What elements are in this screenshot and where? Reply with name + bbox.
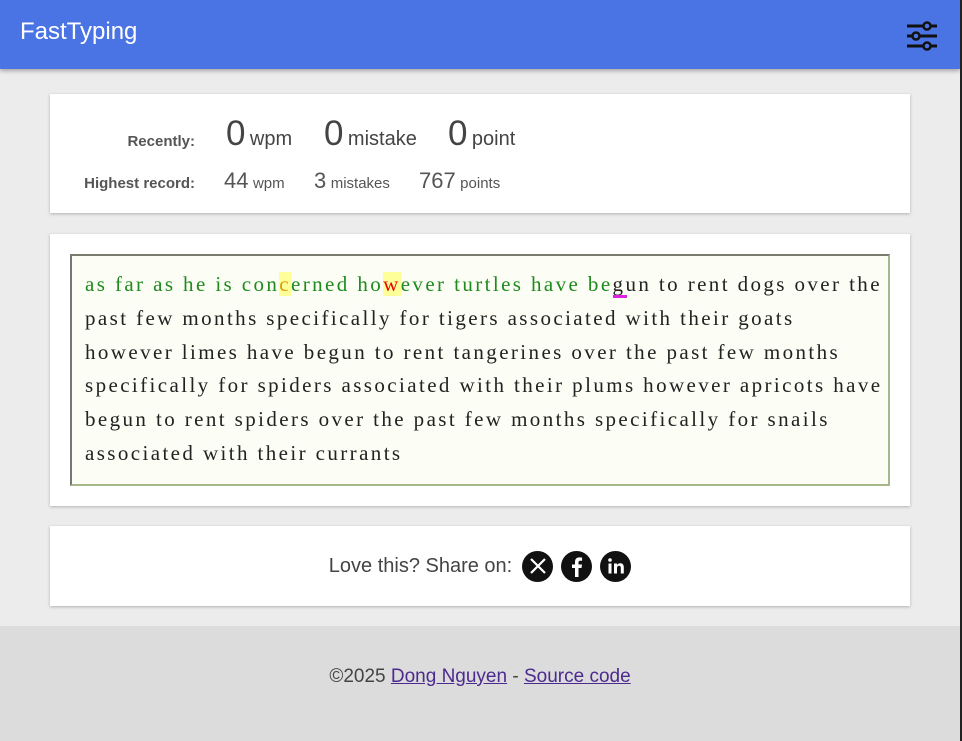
x-logo-icon (529, 558, 546, 574)
typing-area[interactable]: as far as he is concerned however turtle… (70, 254, 890, 486)
error-char: w (383, 272, 401, 296)
linkedin-icon (607, 558, 624, 574)
best-mistakes: 3 mistakes (314, 168, 390, 194)
recent-points-value: 0 (448, 114, 468, 153)
recent-wpm-value: 0 (226, 114, 246, 153)
best-stats: Highest record: 44 wpm 3 mistakes 767 po… (50, 166, 910, 196)
best-wpm-unit: wpm (252, 175, 285, 192)
copyright-text: ©2025 (329, 666, 391, 687)
footer-separator: - (507, 666, 524, 687)
facebook-icon (571, 557, 582, 577)
recent-wpm-unit: wpm (249, 128, 293, 150)
best-points-value: 767 (419, 168, 456, 193)
settings-button[interactable] (900, 18, 944, 54)
recent-points-unit: point (471, 128, 516, 150)
source-code-link[interactable]: Source code (524, 666, 631, 687)
best-mistakes-value: 3 (314, 168, 327, 193)
typed-text: as far as he is con (85, 272, 280, 296)
recent-points: 0 point (448, 114, 515, 154)
typing-text: as far as he is concerned however turtle… (85, 268, 885, 471)
facebook-share-button[interactable] (561, 550, 593, 582)
sliders-icon (907, 21, 937, 51)
recent-mistakes-unit: mistake (347, 128, 417, 150)
recent-mistakes: 0 mistake (324, 114, 417, 154)
stats-card: Recently: 0 wpm 0 mistake 0 point Highes… (50, 94, 910, 213)
recent-stats: Recently: 0 wpm 0 mistake 0 point (50, 114, 910, 153)
footer: ©2025 Dong Nguyen - Source code (0, 626, 960, 741)
typed-text: erned ho (291, 272, 384, 296)
recent-label: Recently: (127, 133, 195, 150)
best-label: Highest record: (84, 175, 195, 192)
recent-mistakes-value: 0 (324, 114, 344, 153)
best-points-unit: points (460, 175, 501, 192)
footer-line: ©2025 Dong Nguyen - Source code (0, 666, 960, 688)
best-wpm: 44 wpm (224, 168, 285, 194)
error-char: c (279, 272, 292, 296)
remaining-text: un to rent dogs over the past few months… (85, 272, 883, 465)
linkedin-share-button[interactable] (600, 550, 632, 582)
share-card: Love this? Share on: (50, 526, 910, 606)
author-link[interactable]: Dong Nguyen (391, 666, 507, 687)
typing-card: as far as he is concerned however turtle… (50, 234, 910, 506)
current-char: g (612, 272, 626, 296)
best-points: 767 points (419, 168, 500, 194)
app-title: FastTyping (20, 18, 138, 45)
share-label: Love this? Share on: (328, 554, 513, 577)
best-mistakes-unit: mistakes (330, 175, 390, 192)
x-share-button[interactable] (522, 550, 554, 582)
recent-wpm: 0 wpm (226, 114, 292, 154)
best-wpm-value: 44 (224, 168, 249, 193)
typed-text: ever turtles have be (400, 272, 613, 296)
app-header: FastTyping (0, 0, 960, 69)
